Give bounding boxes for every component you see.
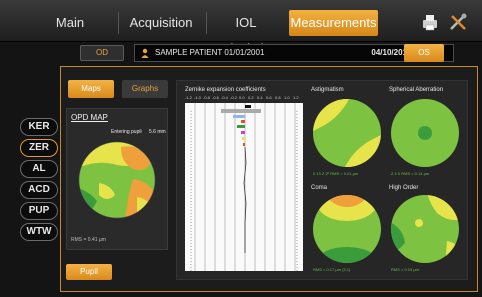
zernike-title: Zernike expansion coefficients — [185, 87, 266, 93]
coma-title: Coma — [311, 185, 328, 191]
graphs-button[interactable]: Graphs — [122, 80, 168, 98]
patient-icon — [141, 48, 149, 58]
patient-name: SAMPLE PATIENT 01/01/2001 — [155, 48, 265, 57]
nav-wtw[interactable]: WTW — [20, 223, 58, 241]
astigmatism-title: Astigmatism — [311, 87, 344, 93]
pupil-button[interactable]: Pupil — [66, 264, 112, 280]
astigmatism-map — [313, 99, 381, 167]
zernike-chart: -1.2 -1.0 -0.8 -0.6 -0.4 -0.2 0.0 0.2 0.… — [185, 95, 303, 271]
spherical-aberration-map — [391, 99, 459, 167]
opd-rms: RMS = 0.41 µm — [71, 237, 106, 243]
patient-bar: OD SAMPLE PATIENT 01/01/2001 04/10/2013 … — [60, 42, 480, 64]
os-button[interactable]: OS — [404, 44, 444, 62]
nav-zer[interactable]: ZER — [20, 139, 58, 157]
zernike-axis-ticks: -1.2 -1.0 -0.8 -0.6 -0.4 -0.2 0.0 0.2 0.… — [185, 95, 299, 100]
opd-map-panel: OPD MAP Entering pupil 5.6 mm RMS = 0.41… — [66, 108, 168, 250]
app-window: Main Acquisition IOL Calculation Measure… — [0, 0, 482, 297]
high-order-map — [391, 195, 459, 263]
nav-pup[interactable]: PUP — [20, 202, 58, 220]
top-nav-bar: Main Acquisition IOL Calculation Measure… — [0, 0, 482, 56]
nav-al[interactable]: AL — [20, 160, 58, 178]
high-order-rms: RMS = 0.15 µm — [391, 267, 419, 272]
nav-acd[interactable]: ACD — [20, 181, 58, 199]
view-toggle: Maps Graphs — [68, 80, 172, 100]
coma-map — [313, 195, 381, 263]
coma-rms: RMS = 0.17 µm (3,1) — [313, 267, 351, 272]
printer-icon[interactable] — [420, 12, 440, 32]
spherical-title: Spherical Aberration — [389, 87, 444, 93]
opd-map — [78, 141, 156, 219]
nav-ker[interactable]: KER — [20, 118, 58, 136]
maps-button[interactable]: Maps — [68, 80, 114, 98]
high-order-title: High Order — [389, 185, 419, 191]
od-button[interactable]: OD — [80, 45, 124, 61]
tab-measurements[interactable]: Measurements — [289, 10, 378, 36]
zernike-panel: Zernike expansion coefficients -1.2 -1.0… — [176, 80, 468, 280]
tools-icon[interactable] — [448, 12, 468, 32]
tab-acquisition[interactable]: Acquisition — [120, 10, 202, 36]
tab-iol-calculation[interactable]: IOL Calculation — [204, 10, 288, 56]
spherical-rms: Z 4 0 RMS = 0.14 µm — [391, 171, 430, 176]
tab-main[interactable]: Main — [30, 10, 110, 36]
entering-pupil: Entering pupil 5.6 mm — [111, 129, 166, 135]
zernike-bars — [185, 103, 303, 271]
astigmatism-rms: 0.13 Z 2º RMS = 0.21 µm — [313, 171, 359, 176]
opd-title: OPD MAP — [71, 113, 108, 122]
